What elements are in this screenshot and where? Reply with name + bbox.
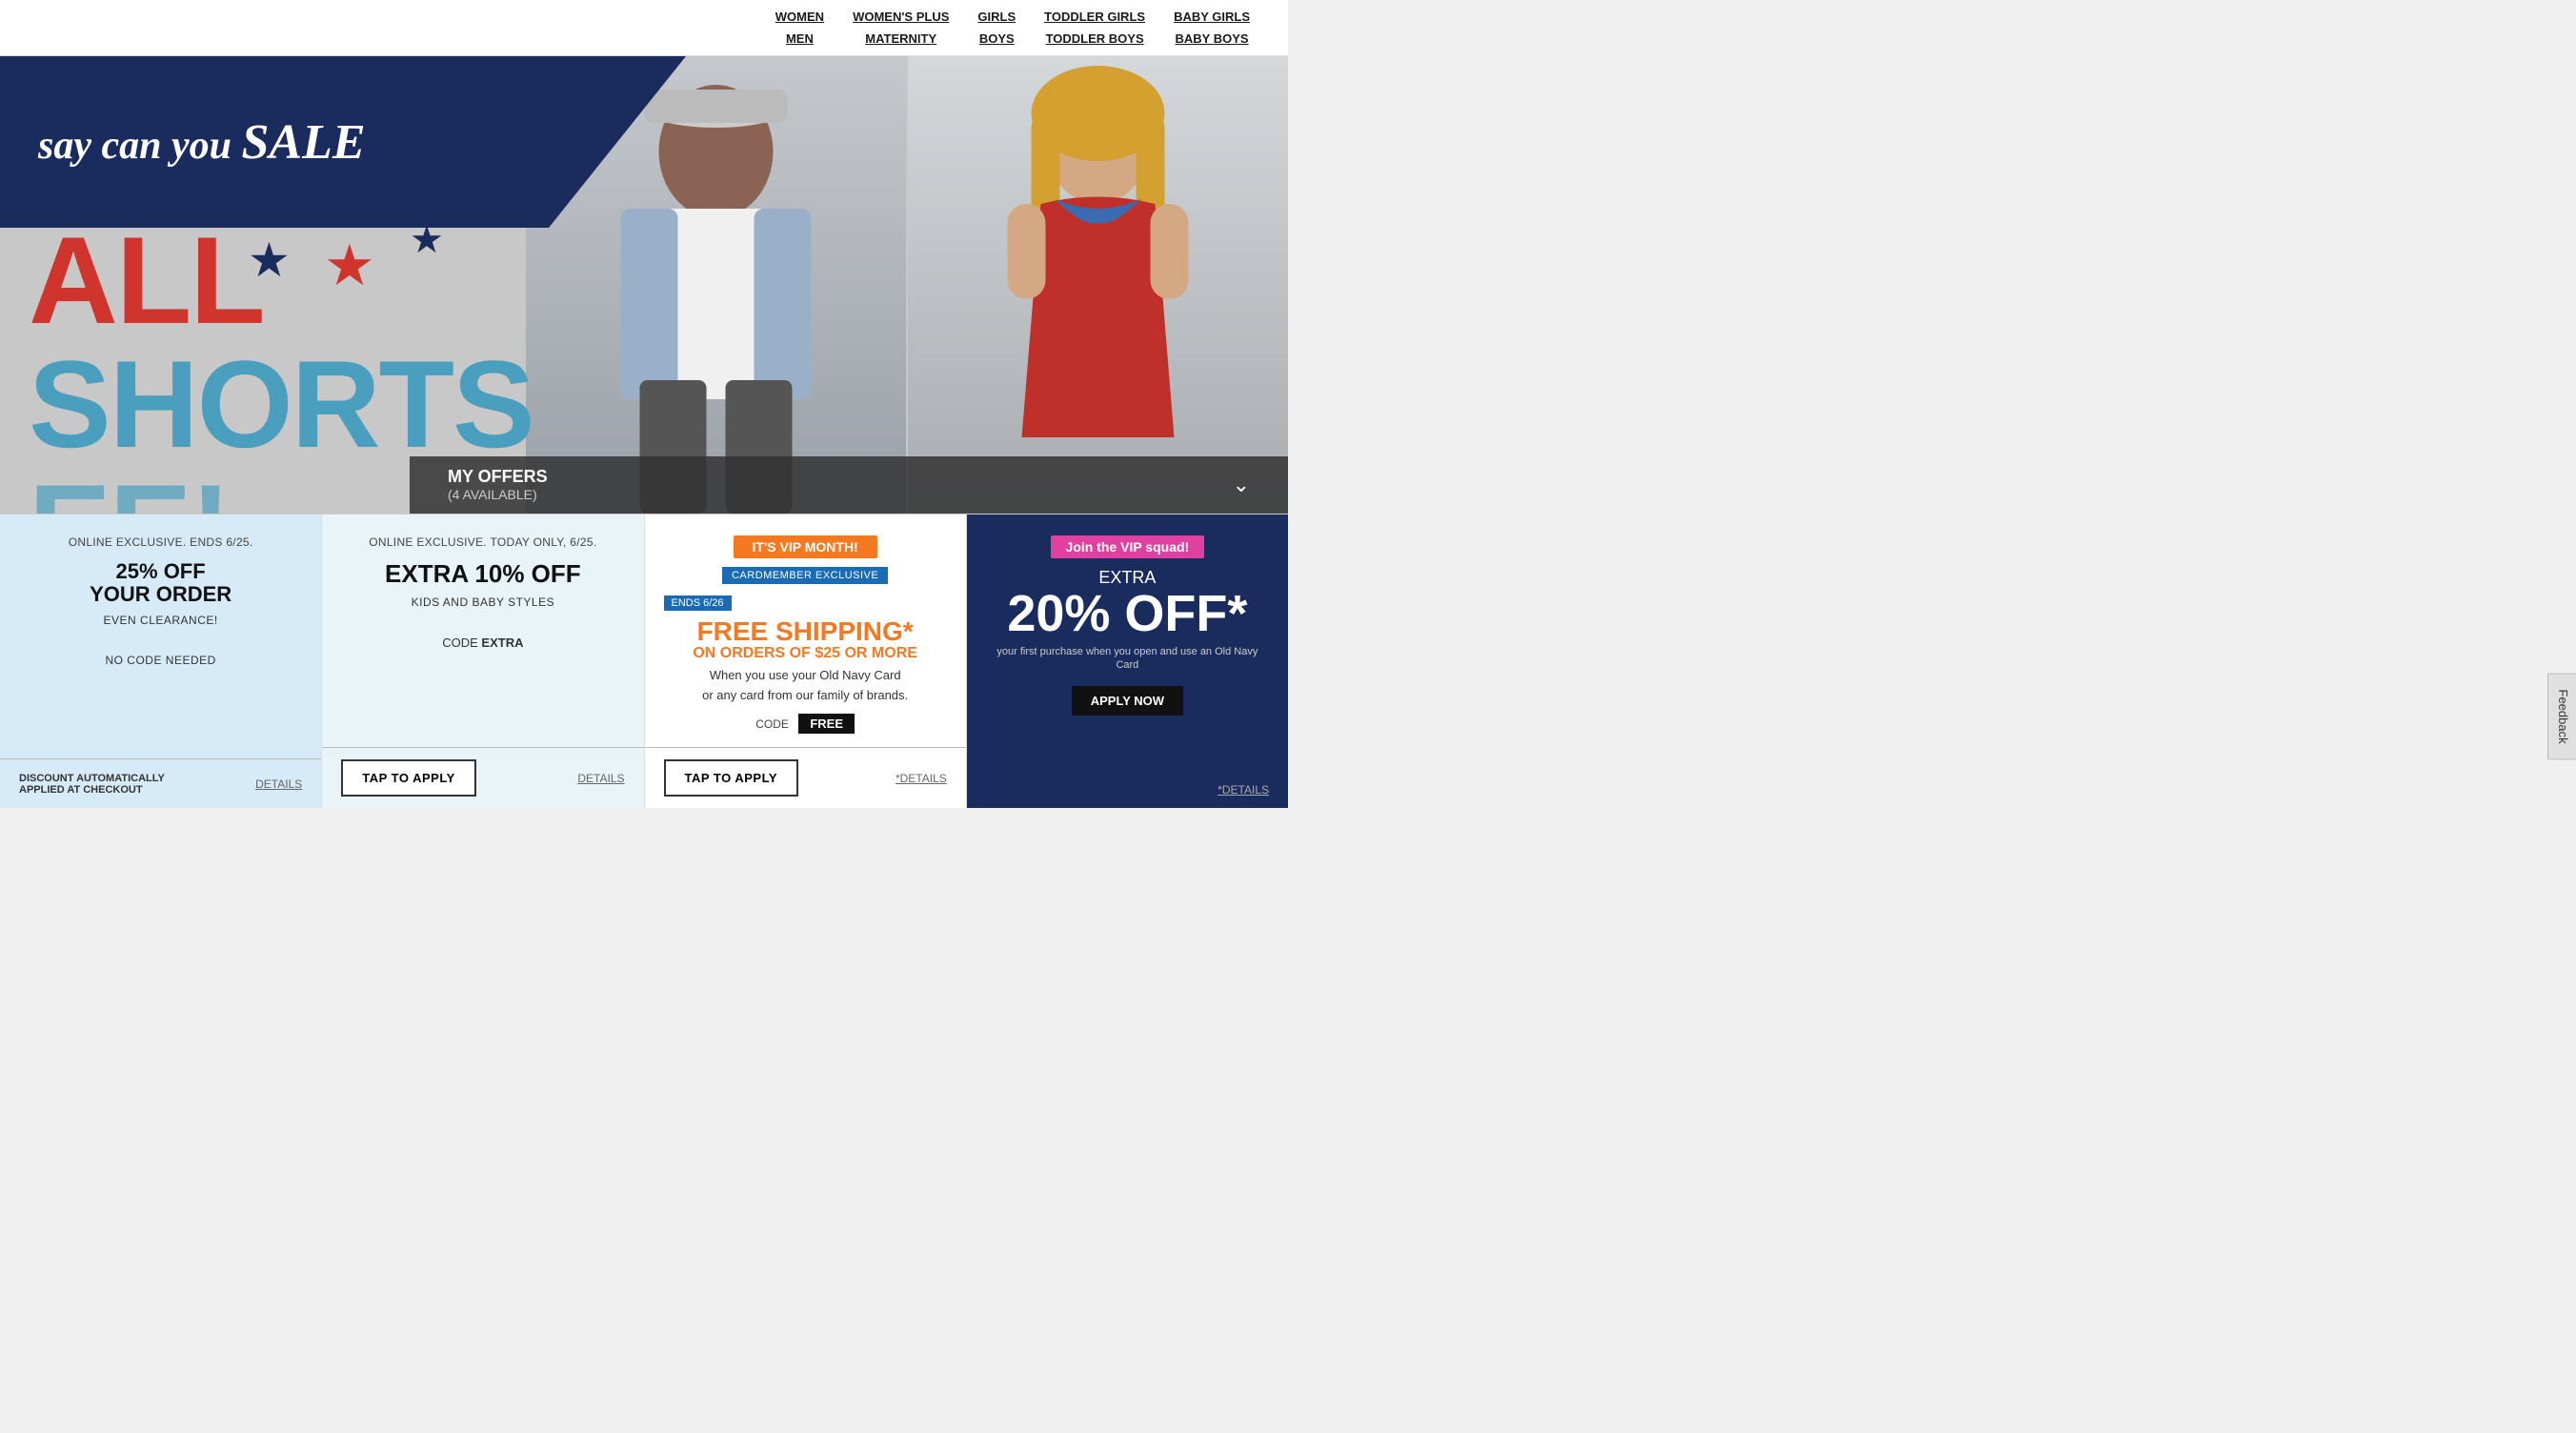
offer-3-tap-button[interactable]: TAP TO APPLY <box>664 759 799 797</box>
offer-3-body: IT'S VIP MONTH! CARDMEMBER EXCLUSIVE END… <box>645 515 966 747</box>
offer-4-body: Join the VIP squad! EXTRA 20% OFF* your … <box>967 515 1288 772</box>
offer-3-free-shipping: FREE SHIPPING* <box>664 618 947 645</box>
my-offers-bar[interactable]: MY OFFERS (4 AVAILABLE) ⌄ <box>410 456 1288 514</box>
nav-girls[interactable]: GIRLS <box>977 10 1016 24</box>
offer-2-subtitle: ONLINE EXCLUSIVE. TODAY ONLY, 6/25. <box>341 535 624 549</box>
offer-1-details-link[interactable]: DETAILS <box>255 777 302 791</box>
offer-3-free-desc2: or any card from our family of brands. <box>664 688 947 702</box>
offer-3-details-link[interactable]: *DETAILS <box>896 772 947 785</box>
nav-maternity[interactable]: MATERNITY <box>853 31 949 46</box>
hero-photos <box>526 56 1288 514</box>
offer-card-3: IT'S VIP MONTH! CARDMEMBER EXCLUSIVE END… <box>645 515 967 808</box>
nav-baby-boys[interactable]: BABY BOYS <box>1174 31 1250 46</box>
nav-womens-plus[interactable]: WOMEN'S PLUS <box>853 10 949 24</box>
offer-2-tap-button[interactable]: TAP TO APPLY <box>341 759 476 797</box>
offer-3-code-label: CODE <box>755 717 789 731</box>
offer-2-main-title: EXTRA 10% OFF <box>341 560 624 588</box>
offer-1-no-code: NO CODE NEEDED <box>19 654 302 667</box>
offer-3-code-area: CODE FREE <box>664 710 947 734</box>
my-offers-count: (4 AVAILABLE) <box>448 487 537 502</box>
my-offers-text-group: MY OFFERS (4 AVAILABLE) <box>448 467 548 504</box>
star-blue-left-icon: ★ <box>248 232 291 288</box>
nav-bar: WOMEN WOMEN'S PLUS GIRLS TODDLER GIRLS B… <box>0 0 1288 56</box>
offer-2-code-value: EXTRA <box>481 636 523 650</box>
chevron-down-icon: ⌄ <box>1233 473 1250 497</box>
offer-3-footer: TAP TO APPLY *DETAILS <box>645 747 966 808</box>
offer-2-details-link[interactable]: DETAILS <box>577 772 624 785</box>
offer-3-code-value: FREE <box>798 714 855 734</box>
nav-men[interactable]: MEN <box>775 31 824 46</box>
offer-2-footer: TAP TO APPLY DETAILS <box>322 747 643 808</box>
feedback-tab[interactable]: Feedback <box>2547 673 2576 759</box>
nav-baby-girls[interactable]: BABY GIRLS <box>1174 10 1250 24</box>
offer-4-apply-button[interactable]: APPLY NOW <box>1072 686 1183 716</box>
offer-1-sub1: EVEN CLEARANCE! <box>19 614 302 627</box>
nav-women[interactable]: WOMEN <box>775 10 824 24</box>
offer-card-2: ONLINE EXCLUSIVE. TODAY ONLY, 6/25. EXTR… <box>322 515 644 808</box>
offer-1-auto-applied: DISCOUNT AUTOMATICALLYAPPLIED AT CHECKOU… <box>19 773 165 796</box>
offer-card-1: ONLINE EXCLUSIVE. ENDS 6/25. 25% OFFYOUR… <box>0 515 322 808</box>
nav-toddler-boys[interactable]: TODDLER BOYS <box>1044 31 1145 46</box>
offer-2-code: CODE EXTRA <box>341 636 624 650</box>
offer-3-cardmember: CARDMEMBER EXCLUSIVE <box>722 567 888 584</box>
offers-section: ONLINE EXCLUSIVE. ENDS 6/25. 25% OFFYOUR… <box>0 514 1288 808</box>
hero-woman-photo <box>908 56 1288 514</box>
hero-sale-text: say can you SALE <box>38 114 366 171</box>
nav-links: WOMEN WOMEN'S PLUS GIRLS TODDLER GIRLS B… <box>775 10 1250 46</box>
my-offers-title: MY OFFERS <box>448 467 548 486</box>
offer-1-body: ONLINE EXCLUSIVE. ENDS 6/25. 25% OFFYOUR… <box>0 515 321 758</box>
offer-4-vip-squad: Join the VIP squad! <box>1051 535 1205 558</box>
offer-3-free-sub: ON ORDERS OF $25 OR MORE <box>664 645 947 662</box>
offer-2-body: ONLINE EXCLUSIVE. TODAY ONLY, 6/25. EXTR… <box>322 515 643 747</box>
offer-1-main-title: 25% OFFYOUR ORDER <box>19 560 302 606</box>
offer-4-big-number: 20% OFF* <box>986 588 1269 639</box>
offer-3-ends-badge: ENDS 6/26 <box>664 595 732 611</box>
nav-toddler-girls[interactable]: TODDLER GIRLS <box>1044 10 1145 24</box>
offer-4-footer: *DETAILS <box>967 772 1288 808</box>
offer-4-details-link[interactable]: *DETAILS <box>1218 783 1269 797</box>
hero-shorts-text: SHORTS <box>29 342 533 466</box>
offer-1-subtitle: ONLINE EXCLUSIVE. ENDS 6/25. <box>19 535 302 549</box>
star-red-icon: ★ <box>324 232 375 299</box>
offer-card-4: Join the VIP squad! EXTRA 20% OFF* your … <box>967 515 1288 808</box>
star-blue-right-icon: ★ <box>410 218 444 262</box>
offer-1-footer: DISCOUNT AUTOMATICALLYAPPLIED AT CHECKOU… <box>0 758 321 808</box>
offer-4-vip-sub: your first purchase when you open and us… <box>986 645 1269 673</box>
offer-2-sub1: KIDS AND BABY STYLES <box>341 595 624 609</box>
offer-3-free-desc1: When you use your Old Navy Card <box>664 668 947 682</box>
nav-boys[interactable]: BOYS <box>977 31 1016 46</box>
offer-3-vip-badge: IT'S VIP MONTH! <box>734 535 877 558</box>
hero-banner: say can you SALE ★ ★ ★ ALL SHORTS EE! <box>0 56 1288 514</box>
